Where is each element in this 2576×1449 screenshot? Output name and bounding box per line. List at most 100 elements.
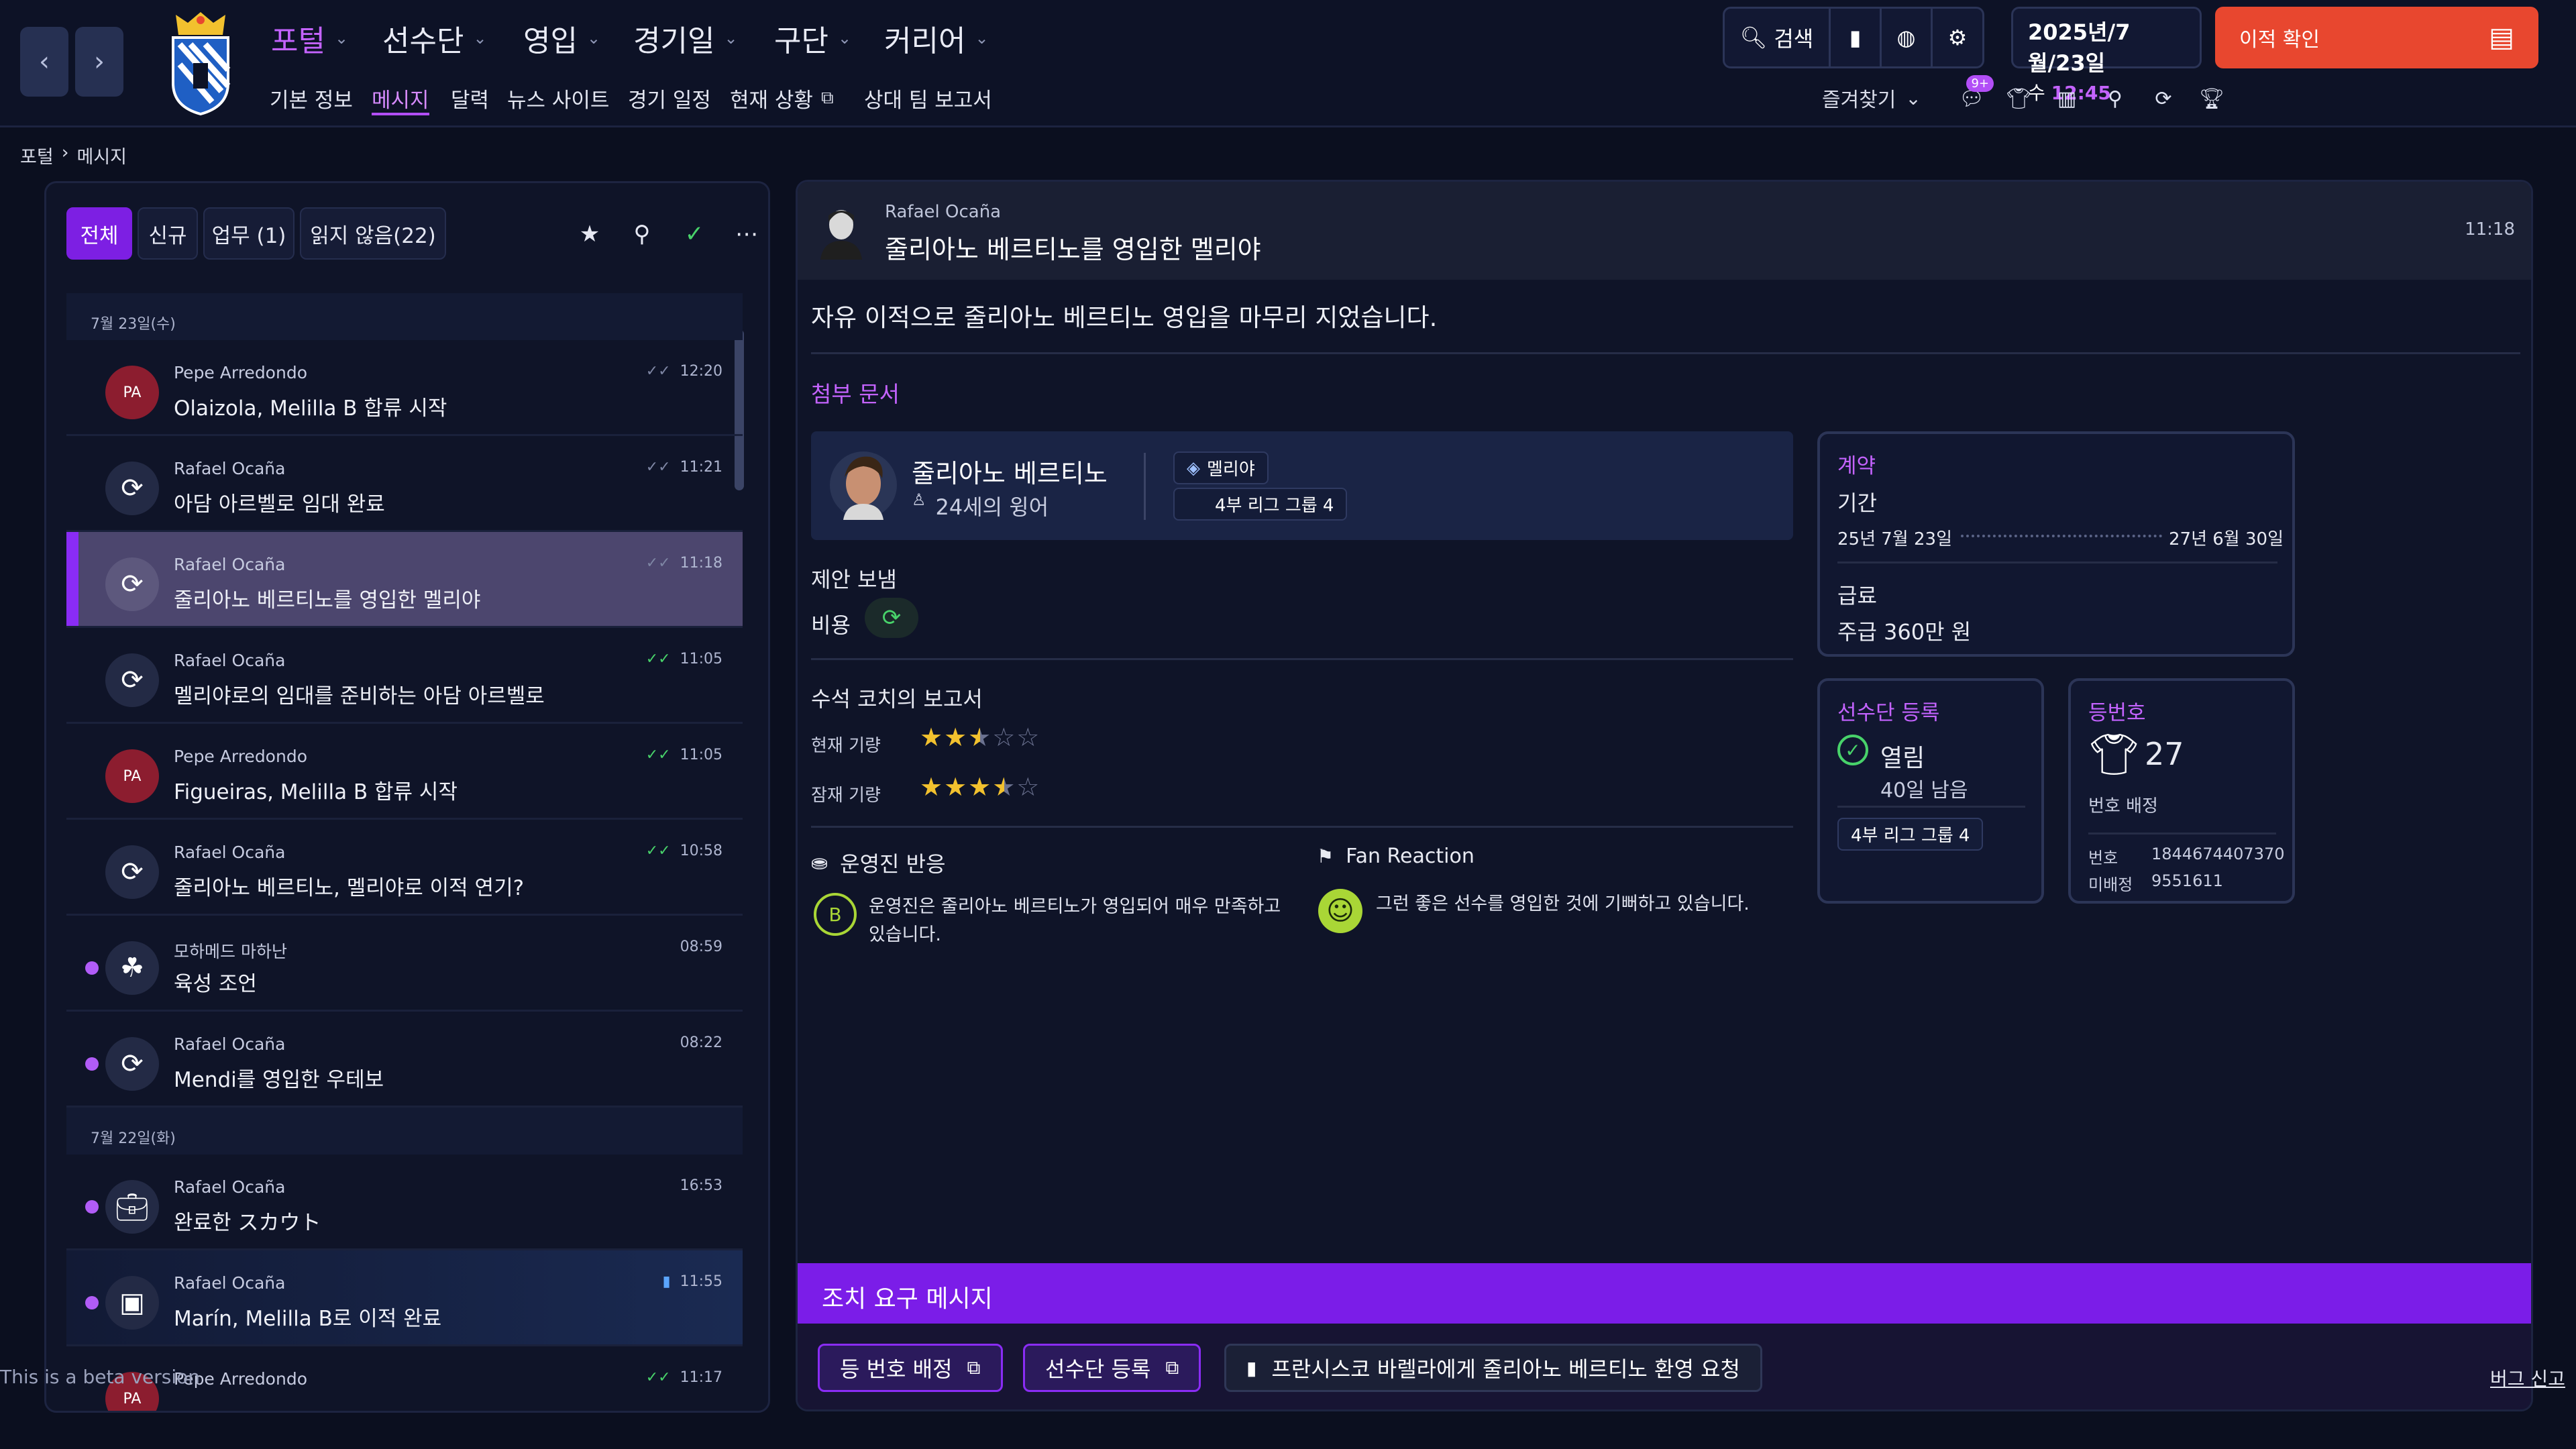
- wage-label: 급료: [1837, 583, 1877, 608]
- message-header: Rafael Ocaña 줄리아노 베르티노를 영입한 멜리야 11:18: [798, 182, 2531, 280]
- subnav-news[interactable]: 뉴스 사이트: [507, 79, 609, 117]
- nav-matchday-label: 경기일: [633, 24, 715, 58]
- unread-dot: [85, 1057, 99, 1071]
- message-item[interactable]: ⟳ Rafael Ocaña 멜리야로의 임대를 준비하는 아담 아르벨로 ✓✓…: [66, 628, 743, 724]
- player-club: 멜리야: [1207, 460, 1255, 480]
- external-link-icon: ⧉: [820, 87, 834, 108]
- player-card[interactable]: 줄리아노 베르티노 ♙ 24세의 윙어 ◈ 멜리야 4부 리그 그룹 4: [811, 431, 1793, 540]
- scout-button[interactable]: ⚲: [2097, 80, 2133, 117]
- message-time: 11:17: [680, 1369, 722, 1386]
- unassigned-label: 미배정: [2088, 875, 2133, 894]
- breadcrumb-root[interactable]: 포털: [20, 142, 54, 168]
- filter-new-tab[interactable]: 신규: [138, 207, 198, 260]
- chevron-right-icon: ›: [94, 46, 105, 77]
- unassigned-value: 9551611: [2151, 871, 2223, 890]
- search-button[interactable]: 🔍︎ 검색: [1725, 9, 1831, 66]
- subnav-messages[interactable]: 메시지: [372, 79, 429, 117]
- avatar: ☘: [105, 941, 159, 995]
- external-link-icon: ⧉: [967, 1356, 981, 1379]
- filter-unread-tab[interactable]: 읽지 않음(22): [300, 207, 446, 260]
- register-squad-button[interactable]: 선수단 등록 ⧉: [1023, 1344, 1201, 1392]
- assign-number-button[interactable]: 등 번호 배정 ⧉: [818, 1344, 1003, 1392]
- message-item[interactable]: ▣ Rafael Ocaña Marín, Melilla B로 이적 완료 ▮…: [66, 1250, 743, 1346]
- chat-bubble-icon: ▮: [662, 1273, 671, 1290]
- subnav-calendar[interactable]: 달력: [451, 79, 489, 117]
- bookmark-icon: ▮: [1849, 25, 1862, 50]
- report-button[interactable]: ▥: [2049, 80, 2085, 117]
- bug-report-link[interactable]: 버그 신고: [2490, 1364, 2565, 1391]
- selection-indicator: [66, 532, 78, 626]
- unread-dot: [85, 1200, 99, 1214]
- star-filter-button[interactable]: ★: [570, 214, 610, 254]
- squad-number-card[interactable]: 등번호 👕︎ 27 번호 배정 번호 1844674407370 미배정 955…: [2068, 678, 2295, 904]
- registration-card[interactable]: 선수단 등록 ✓ 열림 40일 남음 4부 리그 그룹 4: [1817, 678, 2044, 904]
- action-required-bar: 조치 요구 메시지: [798, 1263, 2531, 1324]
- breadcrumb: 포털 › 메시지: [20, 142, 127, 168]
- request-welcome-button[interactable]: ▮ 프란시스코 바렐라에게 줄리아노 베르티노 환영 요청: [1224, 1344, 1762, 1392]
- club-crest-logo[interactable]: [164, 9, 237, 117]
- subnav-fixtures[interactable]: 경기 일정: [628, 79, 711, 117]
- double-check-icon: ✓✓: [645, 363, 671, 380]
- nav-matchday[interactable]: 경기일 ⌄: [633, 15, 738, 62]
- message-item[interactable]: ⟳ Rafael Ocaña 아담 아르벨로 임대 완료 ✓✓ 11:21: [66, 436, 743, 532]
- message-time: 08:59: [680, 938, 722, 955]
- subnav-overview[interactable]: 기본 정보: [270, 79, 353, 117]
- more-options-button[interactable]: ⋯: [727, 214, 767, 254]
- star-icon: ★★★: [920, 772, 993, 802]
- message-item[interactable]: 💼︎ Rafael Ocaña 완료한 スカウト 16:53: [66, 1155, 743, 1250]
- avatar: ⟳: [105, 845, 159, 899]
- bookmark-button[interactable]: ▮: [1831, 9, 1882, 66]
- kit-button[interactable]: 👕︎: [2000, 80, 2037, 117]
- message-item[interactable]: ☘ 모하메드 마하난 육성 조언 08:59: [66, 916, 743, 1012]
- current-ability-label: 현재 기량: [811, 736, 881, 756]
- message-sender: Rafael Ocaña: [174, 1273, 286, 1293]
- subnav-opposition-report[interactable]: 상대 팀 보고서: [864, 79, 992, 117]
- message-subject: 줄리아노 베르티노를 영입한 멜리야: [174, 588, 481, 612]
- search-messages-button[interactable]: ⚲: [622, 214, 662, 254]
- message-time: 08:22: [680, 1034, 722, 1051]
- message-sender: Rafael Ocaña: [174, 1177, 286, 1197]
- globe-button[interactable]: ◍: [1882, 9, 1933, 66]
- offer-sent-label: 제안 보냄: [811, 567, 897, 592]
- favorites-dropdown[interactable]: 즐겨찾기 ⌄: [1822, 83, 1921, 113]
- message-item[interactable]: ⟳ Rafael Ocaña 줄리아노 베르티노, 멜리야로 이적 연기? ✓✓…: [66, 820, 743, 916]
- nav-portal[interactable]: 포털 ⌄: [271, 15, 348, 62]
- clipboard-icon: ▥: [2057, 87, 2077, 111]
- nav-career[interactable]: 커리어 ⌄: [884, 15, 989, 62]
- nav-squad[interactable]: 선수단 ⌄: [382, 15, 487, 62]
- message-item-selected[interactable]: ⟳ Rafael Ocaña 줄리아노 베르티노를 영입한 멜리야 ✓✓ 11:1…: [66, 532, 743, 628]
- player-club-chip[interactable]: ◈ 멜리야: [1173, 451, 1269, 484]
- chat-button[interactable]: 💬︎ 9+: [1953, 75, 1994, 117]
- forward-button[interactable]: ›: [75, 27, 123, 97]
- subnav-status[interactable]: 현재 상황 ⧉: [730, 79, 834, 117]
- player-league-chip[interactable]: 4부 리그 그룹 4: [1173, 488, 1348, 521]
- transfer-confirm-button[interactable]: 이적 확인 ▤: [2215, 7, 2538, 68]
- trophy-button[interactable]: 🏆︎: [2194, 80, 2230, 117]
- game-date[interactable]: 2025년/7월/23일 수 12:45: [2011, 7, 2202, 104]
- player-name[interactable]: 줄리아노 베르티노: [912, 453, 1108, 490]
- filter-tasks-tab[interactable]: 업무 (1): [203, 207, 294, 260]
- settings-button[interactable]: ⚙: [1933, 9, 1982, 66]
- message-sender: Rafael Ocaña: [174, 843, 286, 862]
- filter-all-tab[interactable]: 전체: [66, 207, 132, 260]
- message-item[interactable]: ⟳ Rafael Ocaña Mendi를 영입한 우테보 08:22: [66, 1012, 743, 1108]
- message-item[interactable]: PA Pepe Arredondo Figueiras, Melilla B 합…: [66, 724, 743, 820]
- double-check-icon: ✓✓: [645, 459, 671, 476]
- sender-portrait: [820, 210, 862, 260]
- favorites-label: 즐겨찾기: [1822, 89, 1896, 112]
- assign-number-button-label: 등 번호 배정: [840, 1356, 953, 1382]
- message-item[interactable]: PA Pepe Arredondo Olaizola, Melilla B 합류…: [66, 340, 743, 436]
- star-empty-icon: ☆☆: [992, 722, 1041, 752]
- nav-club[interactable]: 구단 ⌄: [774, 15, 851, 62]
- nav-transfers[interactable]: 영입 ⌄: [523, 15, 600, 62]
- search-label: 검색: [1774, 26, 1814, 52]
- globe-icon: ◍: [1896, 25, 1916, 50]
- mark-read-button[interactable]: ✓: [674, 214, 714, 254]
- back-button[interactable]: ‹: [20, 27, 68, 97]
- chevron-right-icon: ›: [61, 142, 69, 163]
- trophy-icon: 🏆︎: [2198, 87, 2225, 111]
- fans-icon: ⚑: [1317, 845, 1334, 867]
- transfer-activity-button[interactable]: ⟳: [2145, 80, 2182, 117]
- contract-card[interactable]: 계약 기간 25년 7월 23일 27년 6월 30일 급료 주급 360만 원: [1817, 431, 2295, 657]
- number-raw-value: 1844674407370: [2151, 845, 2285, 863]
